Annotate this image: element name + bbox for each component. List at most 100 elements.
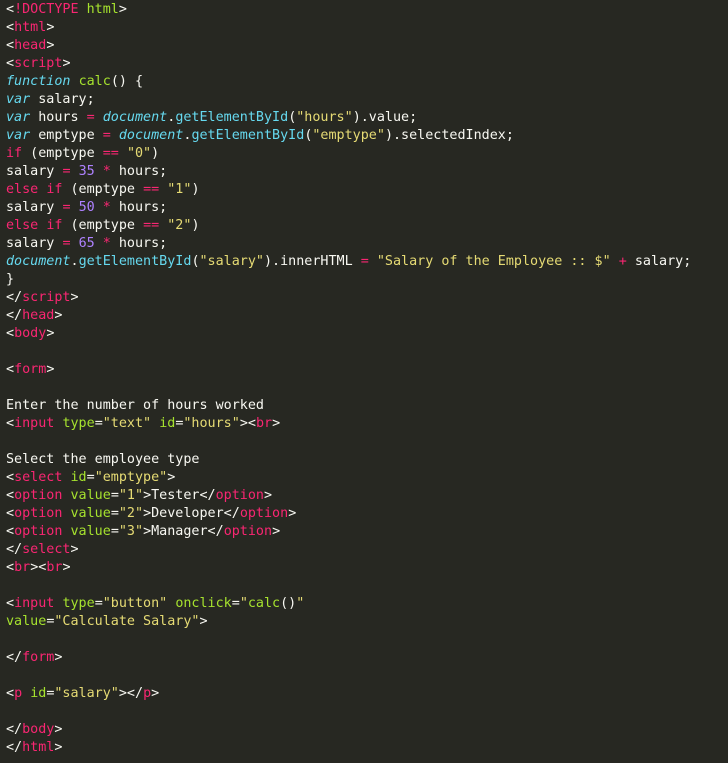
code-token: ).innerHTML — [264, 254, 361, 269]
code-token: "1" — [167, 182, 192, 197]
code-token: </ — [6, 290, 23, 305]
code-line: salary = 65 * hours; — [6, 235, 728, 253]
code-token: < — [6, 686, 15, 701]
code-token: </ — [6, 722, 23, 737]
code-token: * — [102, 236, 111, 251]
code-line: Enter the number of hours worked — [6, 397, 728, 415]
code-editor[interactable]: <!DOCTYPE html> <html> <head> <script> funct… — [0, 0, 728, 763]
code-line: <br><br> — [6, 559, 728, 577]
code-token: script — [14, 56, 63, 71]
code-token: = — [86, 470, 95, 485]
code-token: > — [54, 740, 63, 755]
code-token: script — [22, 290, 71, 305]
code-line: </form> — [6, 649, 728, 667]
code-line: </body> — [6, 721, 728, 739]
code-token: "Salary of the Employee :: $" — [376, 254, 611, 269]
code-token: if — [46, 182, 63, 197]
code-token: > — [272, 416, 281, 431]
code-line: if (emptype == "0") — [6, 145, 728, 163]
code-token: salary — [6, 200, 63, 215]
code-token: >Manager</ — [143, 524, 224, 539]
code-token: id — [70, 470, 87, 485]
code-token: salary — [6, 164, 63, 179]
code-token: = — [360, 254, 369, 269]
code-token: document — [102, 110, 168, 125]
code-token: = — [94, 416, 103, 431]
code-token: 50 — [78, 200, 95, 215]
code-token: = — [62, 236, 71, 251]
code-token: type — [62, 596, 95, 611]
code-token: > — [46, 326, 55, 341]
code-token: >Developer</ — [143, 506, 240, 521]
code-token: >< — [30, 560, 47, 575]
code-token: salary; — [626, 254, 692, 269]
code-token: ).value; — [352, 110, 418, 125]
code-token: "hours" — [183, 416, 240, 431]
code-token: emptype — [30, 128, 103, 143]
code-token: </ — [6, 740, 23, 755]
code-token: "button" — [102, 596, 168, 611]
code-line: </script> — [6, 289, 728, 307]
code-token: Enter the number of hours worked — [6, 398, 264, 413]
code-token: "Calculate Salary" — [54, 614, 200, 629]
code-token: + — [618, 254, 627, 269]
code-token: > — [288, 506, 297, 521]
code-token: option — [215, 488, 264, 503]
code-token: < — [6, 506, 15, 521]
code-token: id — [30, 686, 47, 701]
code-token: getElementById — [191, 128, 305, 143]
code-token: " — [239, 596, 248, 611]
code-token: = — [86, 110, 95, 125]
code-token: var — [6, 110, 31, 125]
code-line: else if (emptype == "1") — [6, 181, 728, 199]
code-token: body — [14, 326, 47, 341]
code-token: = — [62, 164, 71, 179]
code-token: </ — [6, 308, 23, 323]
code-token: option — [14, 506, 63, 521]
code-line: </html> — [6, 739, 728, 757]
code-token: "salary" — [199, 254, 265, 269]
code-token: function — [6, 74, 71, 89]
code-token: calc — [247, 596, 281, 611]
code-line: </select> — [6, 541, 728, 559]
code-token: < — [6, 56, 15, 71]
code-token: body — [22, 722, 55, 737]
code-token: () { — [110, 74, 144, 89]
code-token: type — [62, 416, 95, 431]
code-token: </ — [6, 542, 23, 557]
code-token: hours; — [110, 200, 168, 215]
code-line: <input type="text" id="hours"><br> — [6, 415, 728, 433]
code-token: "text" — [102, 416, 152, 431]
code-token: form — [22, 650, 55, 665]
code-token: < — [6, 2, 15, 17]
code-token: calc — [78, 74, 111, 89]
code-token: Select the employee type — [6, 452, 200, 467]
code-token: ).selectedIndex; — [384, 128, 514, 143]
code-token: < — [6, 488, 15, 503]
code-token: >< — [239, 416, 256, 431]
code-token: value — [70, 506, 111, 521]
code-line: <input type="button" onclick="calc()" — [6, 595, 728, 613]
code-line: <p id="salary"></p> — [6, 685, 728, 703]
code-token: < — [6, 362, 15, 377]
code-line: <head> — [6, 37, 728, 55]
code-token: "emptype" — [94, 470, 168, 485]
code-token: ></ — [118, 686, 144, 701]
code-token: > — [46, 362, 55, 377]
code-token: "1" — [118, 488, 144, 503]
code-token: getElementById — [175, 110, 289, 125]
code-token: = — [110, 524, 119, 539]
code-token: salary — [6, 236, 63, 251]
